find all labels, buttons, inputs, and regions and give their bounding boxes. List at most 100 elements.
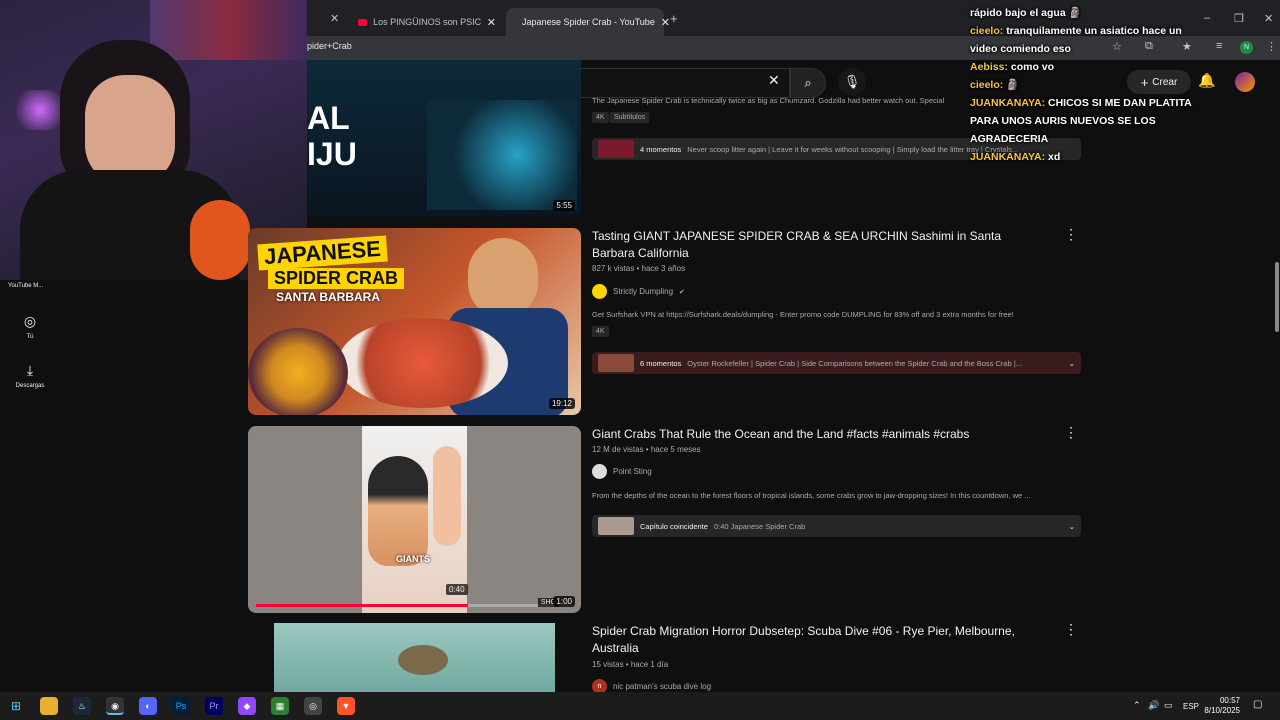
clock-time: 00:57 — [1219, 696, 1240, 705]
language-indicator[interactable]: ESP — [1183, 702, 1199, 711]
photoshop-icon[interactable]: Ps — [172, 697, 190, 715]
channel-avatar — [592, 464, 607, 479]
more-options-icon[interactable]: ⋮ — [1064, 424, 1078, 441]
reading-list-icon[interactable]: ≡ — [1216, 40, 1222, 52]
channel-link[interactable]: Strictly Dumpling ✔ — [592, 284, 685, 299]
sidebar-item-downloads[interactable]: ⤓ Descargas — [0, 362, 60, 389]
channel-name: nic patman's scuba dive log — [613, 682, 712, 691]
chapter-label: Capítulo coincidente — [640, 521, 708, 531]
voice-search-button[interactable]: 🎙 — [838, 68, 866, 96]
tab-penguins[interactable]: Los PINGÜINOS son PSICOPAT ✕ — [348, 8, 506, 36]
tray-chevron-up-icon[interactable]: ⌃ — [1133, 700, 1141, 711]
avatar[interactable] — [1235, 72, 1255, 92]
notifications-bell-icon[interactable]: 🔔 — [1198, 72, 1215, 89]
menu-kebab-icon[interactable]: ⋮ — [1266, 40, 1277, 53]
chapter-row[interactable]: Capítulo coincidente 0:40 Japanese Spide… — [592, 515, 1081, 537]
taskbar-clock[interactable]: 00:57 8/10/2025 — [1204, 696, 1240, 716]
chat-user: cieelo: — [970, 79, 1004, 91]
restore-icon[interactable]: ❐ — [1234, 12, 1244, 25]
page-scrollbar[interactable] — [1275, 262, 1279, 332]
channel-name: Point Sting — [613, 467, 652, 476]
thumbnail-text: SANTA BARBARA — [276, 290, 380, 304]
chevron-down-icon: ⌄ — [1068, 358, 1075, 368]
video-thumbnail[interactable]: AL IJU 5:55 — [307, 60, 581, 217]
search-icon: ⌕ — [804, 75, 812, 90]
close-tab-icon[interactable]: ✕ — [330, 12, 339, 25]
chat-message: JUANKANAYA: CHICOS SI ME DAN PLATITA PAR… — [970, 94, 1200, 148]
profile-avatar[interactable]: N — [1240, 41, 1253, 54]
moments-count: 6 momentos — [640, 358, 682, 368]
chat-text: como vo — [1010, 61, 1055, 73]
network-icon[interactable]: ▭ — [1164, 700, 1173, 711]
brave-icon[interactable]: ▼ — [337, 697, 355, 715]
video-thumbnail[interactable]: JAPANESE SPIDER CRAB SANTA BARBARA 19:12 — [248, 228, 581, 415]
chat-text: 🗿 — [1006, 79, 1020, 91]
chapter-text: 0:40 Japanese Spider Crab — [713, 521, 806, 531]
chat-message: cieelo: tranquilamente un asiatico hace … — [970, 22, 1200, 58]
premiere-icon[interactable]: Pr — [205, 697, 223, 715]
close-icon[interactable]: ✕ — [487, 16, 496, 29]
chat-user: JUANKANAYA: — [970, 97, 1046, 109]
new-tab-icon[interactable]: + — [670, 11, 678, 26]
chat-message: cieelo: 🗿 — [970, 76, 1200, 94]
steam-icon[interactable]: ♨ — [73, 697, 91, 715]
notification-center-icon[interactable]: ▢ — [1253, 699, 1262, 710]
crab-claw — [368, 456, 428, 566]
moments-text: Never scoop litter again | Leave it for … — [687, 144, 1019, 154]
microphone-cover — [190, 200, 250, 280]
key-moments-row[interactable]: 6 momentos Oyster Rockefeller | Spider C… — [592, 352, 1081, 374]
sea-urchin — [248, 328, 348, 415]
clock-date: 8/10/2025 — [1204, 706, 1240, 715]
human-hand — [433, 446, 461, 546]
minecraft-icon[interactable]: ▦ — [271, 697, 289, 715]
duration-badge: 5:55 — [553, 200, 575, 211]
video-title[interactable]: Giant Crabs That Rule the Ocean and the … — [592, 426, 1052, 443]
video-meta: 827 k vistas • hace 3 años — [592, 264, 686, 273]
moments-text: Oyster Rockefeller | Spider Crab | Side … — [687, 358, 1023, 368]
more-options-icon[interactable]: ⋮ — [1064, 621, 1078, 638]
youtube-favicon-icon — [358, 18, 368, 26]
tab-spider-crab[interactable]: Japanese Spider Crab - YouTube ✕ — [506, 8, 670, 36]
chat-message: JUANKANAYA: xd — [970, 148, 1200, 166]
progress-track — [256, 604, 573, 607]
discord-icon[interactable]: ◐ — [139, 697, 157, 715]
twitch-icon[interactable]: ◆ — [238, 697, 256, 715]
file-explorer-icon[interactable] — [40, 697, 58, 715]
chrome-icon[interactable]: ◉ — [106, 697, 124, 715]
windows-taskbar — [0, 692, 1280, 720]
url-text[interactable]: pider+Crab — [307, 41, 352, 51]
chat-user: JUANKANAYA: — [970, 151, 1046, 163]
sidebar-item-youtube-music[interactable]: YouTube M... — [8, 283, 43, 289]
chat-user: cieelo: — [970, 25, 1004, 37]
video-title[interactable]: Tasting GIANT JAPANESE SPIDER CRAB & SEA… — [592, 228, 1042, 262]
crab-image — [427, 100, 577, 210]
video-description: The Japanese Spider Crab is technically … — [592, 96, 945, 105]
windows-start-icon[interactable]: ⊞ — [7, 697, 25, 715]
video-thumbnail[interactable]: GIANTS 0:40 SHO 1:00 — [248, 426, 581, 613]
thumbnail-text: SPIDER CRAB — [268, 268, 405, 289]
channel-name: Strictly Dumpling — [613, 287, 674, 296]
chat-message: rápido bajo el agua 🗿 — [970, 4, 1200, 22]
chat-text: rápido bajo el agua 🗿 — [970, 7, 1082, 19]
channel-avatar — [592, 284, 607, 299]
video-meta: 15 vistas • hace 1 día — [592, 660, 669, 669]
video-thumbnail[interactable] — [248, 623, 581, 693]
chat-user: Aebiss: — [970, 61, 1008, 73]
window-close-icon[interactable]: ✕ — [1264, 12, 1273, 25]
sidebar-item-you[interactable]: ◎ Tú — [0, 313, 60, 340]
chat-text: xd — [1048, 151, 1061, 163]
thumbnail-caption: GIANTS — [396, 554, 431, 564]
close-icon[interactable]: ✕ — [661, 16, 670, 29]
thumbnail-text: JAPANESE — [257, 235, 388, 271]
more-options-icon[interactable]: ⋮ — [1064, 226, 1078, 243]
chapter-thumbnail — [598, 517, 634, 535]
video-title[interactable]: Spider Crab Migration Horror Dubsetep: S… — [592, 623, 1042, 657]
channel-link[interactable]: Point Sting — [592, 464, 652, 479]
clear-search-icon[interactable]: ✕ — [768, 72, 780, 89]
minimize-icon[interactable]: – — [1204, 12, 1210, 24]
search-button[interactable]: ⌕ — [790, 68, 826, 98]
thumbnail-text: AL IJU — [307, 100, 357, 172]
volume-icon[interactable]: 🔊 — [1148, 700, 1159, 711]
progress-fill — [256, 604, 469, 607]
obs-icon[interactable]: ◎ — [304, 697, 322, 715]
